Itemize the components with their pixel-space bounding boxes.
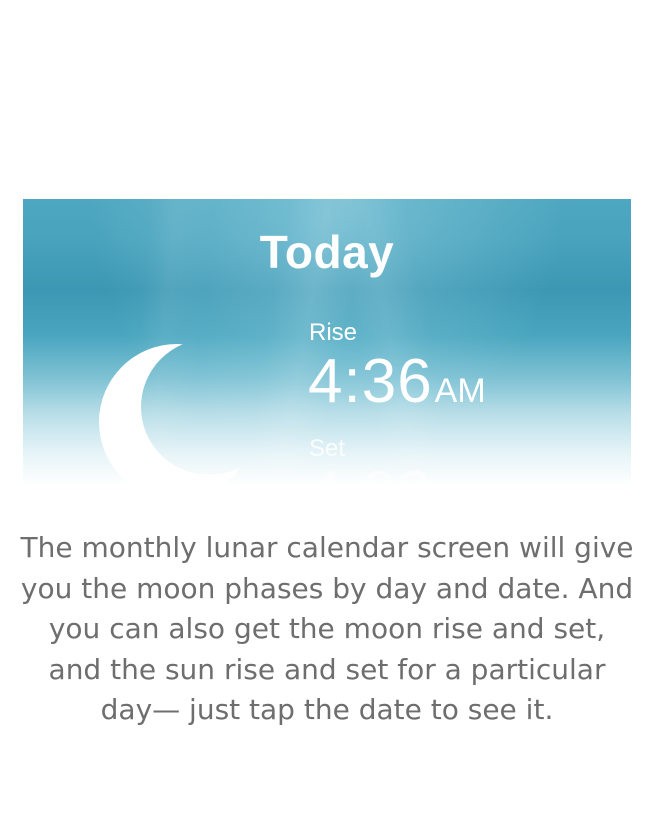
moonset-time-value: 4:22 [308, 459, 433, 526]
moonset-ampm: PM [434, 484, 486, 522]
page-title: Today [259, 226, 395, 278]
moonrise-time-value: 4:36 [308, 347, 433, 416]
feature-description: The monthly lunar calendar screen will g… [20, 531, 634, 726]
moonrise-ampm: AM [434, 372, 486, 410]
moon-screen-preview: Today Rise 4:36AM Set 4:22PM [23, 199, 631, 525]
moonset-time: 4:22PM [308, 459, 486, 526]
moonrise-label: Rise [309, 319, 358, 346]
moonrise-time: 4:36AM [308, 349, 486, 424]
crescent-moon-icon [99, 344, 255, 500]
